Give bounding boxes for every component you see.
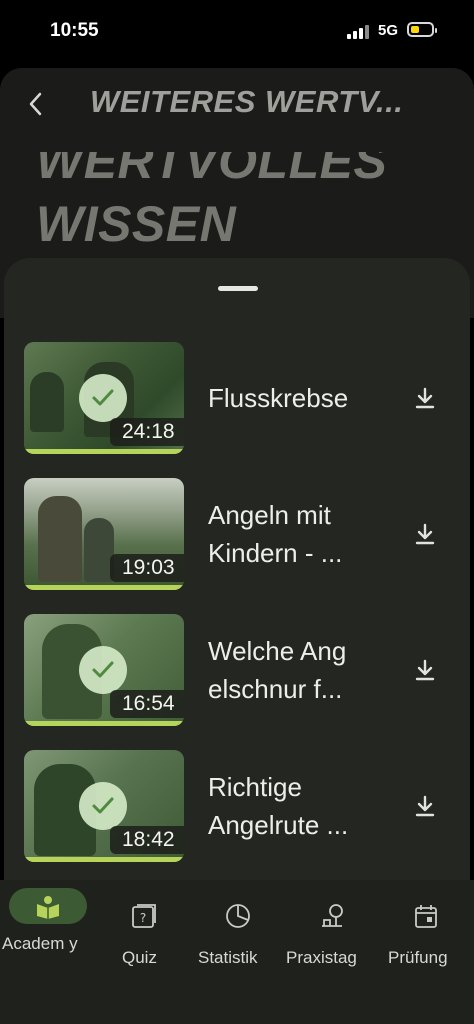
download-icon[interactable] xyxy=(414,794,436,818)
video-title[interactable]: Angeln mit Kindern - ... xyxy=(208,478,398,590)
list-item[interactable]: 19:03 Angeln mit Kindern - ... xyxy=(24,478,464,590)
progress-bar xyxy=(24,585,184,590)
status-time: 10:55 xyxy=(50,20,99,41)
practice-icon xyxy=(322,904,343,927)
signal-icon xyxy=(347,25,369,39)
list-item[interactable]: 18:42 Richtige Angelrute ... xyxy=(24,750,464,862)
progress-bar xyxy=(24,857,184,862)
video-duration: 19:03 xyxy=(110,554,184,582)
bottom-nav: Academ y ? Quiz Statistik Praxistag Prüf… xyxy=(0,880,474,1024)
status-bar: 10:55 5G xyxy=(0,0,474,64)
book-reader-icon xyxy=(37,896,59,919)
section-title: WERTVOLLES WISSEN xyxy=(36,104,387,256)
video-thumbnail[interactable]: 24:18 xyxy=(24,342,184,454)
tab-label: Statistik xyxy=(198,948,258,967)
video-thumbnail[interactable]: 18:42 xyxy=(24,750,184,862)
tab-quiz[interactable]: ? Quiz xyxy=(100,880,186,1024)
watched-check-icon xyxy=(79,374,127,422)
calendar-icon xyxy=(415,905,437,928)
video-duration: 24:18 xyxy=(110,418,184,446)
watched-check-icon xyxy=(79,646,127,694)
section-title-line2: WISSEN xyxy=(36,196,237,252)
video-duration: 18:42 xyxy=(110,826,184,854)
tab-statistik[interactable]: Statistik xyxy=(196,880,282,1024)
list-item[interactable]: 16:54 Welche Ang elschnur f... xyxy=(24,614,464,726)
battery-icon xyxy=(407,22,437,37)
list-item[interactable]: 24:18 Flusskrebse xyxy=(24,342,464,454)
network-label: 5G xyxy=(378,22,399,39)
tab-praxistag[interactable]: Praxistag xyxy=(284,880,380,1024)
video-thumbnail[interactable]: 19:03 xyxy=(24,478,184,590)
pie-chart-icon xyxy=(226,904,250,928)
tab-label: Praxistag xyxy=(286,948,357,967)
section-title-line1: WERTVOLLES xyxy=(36,152,388,189)
video-title[interactable]: Flusskrebse xyxy=(208,342,398,454)
svg-text:?: ? xyxy=(140,911,146,925)
progress-bar xyxy=(24,721,184,726)
download-icon[interactable] xyxy=(414,386,436,410)
video-title[interactable]: Welche Ang elschnur f... xyxy=(208,614,398,726)
tab-label: Quiz xyxy=(122,948,157,967)
video-thumbnail[interactable]: 16:54 xyxy=(24,614,184,726)
video-duration: 16:54 xyxy=(110,690,184,718)
tab-academy[interactable]: Academ y xyxy=(0,880,96,1024)
download-icon[interactable] xyxy=(414,522,436,546)
tab-pruefung[interactable]: Prüfung xyxy=(386,880,470,1024)
progress-bar xyxy=(24,449,184,454)
watched-check-icon xyxy=(79,782,127,830)
download-icon[interactable] xyxy=(414,658,436,682)
quiz-icon: ? xyxy=(132,904,156,928)
tab-label: Academ y xyxy=(2,934,78,953)
sheet-drag-handle[interactable] xyxy=(218,286,258,291)
video-title[interactable]: Richtige Angelrute ... xyxy=(208,750,398,862)
tab-label: Prüfung xyxy=(388,948,448,967)
